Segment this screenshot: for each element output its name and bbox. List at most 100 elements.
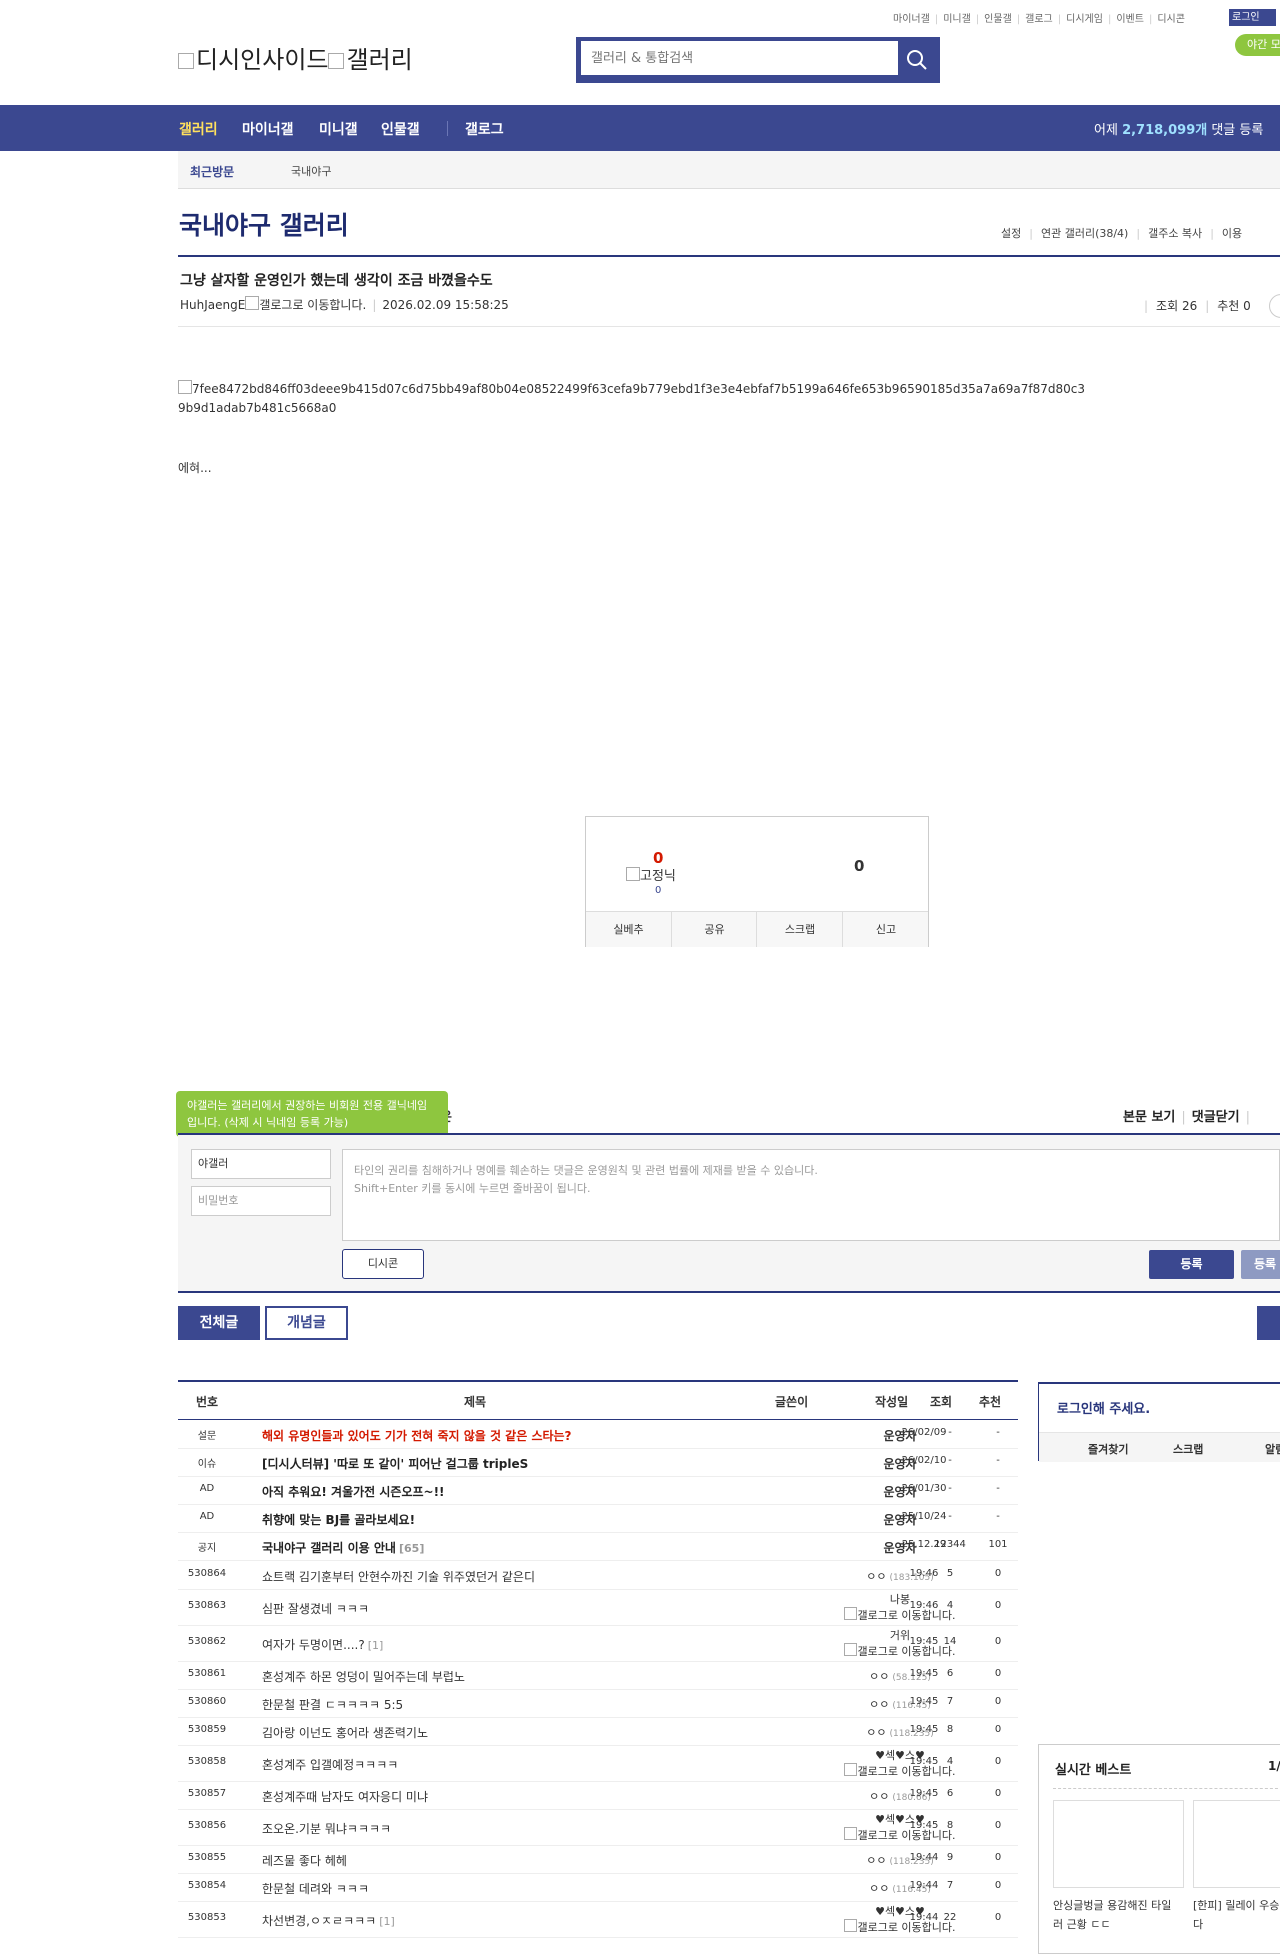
row-title[interactable]: 혼성계주 하몬 엉덩이 밀어주는데 부럽노 (262, 1668, 465, 1685)
tab-all-posts[interactable]: 전체글 (178, 1306, 260, 1340)
row-title-text[interactable]: 한문철 판결 ㄷㅋㅋㅋㅋ 5:5 (262, 1698, 403, 1712)
reply-count[interactable]: [65] (399, 1542, 424, 1555)
list-row[interactable]: 530861 혼성계주 하몬 엉덩이 밀어주는데 부럽노 ㅇㅇ (58.125) 19:… (178, 1661, 1018, 1690)
list-row[interactable]: 이슈 [디시人터뷰] '따로 또 같이' 피어난 걸그룹 tripleS 운영자 26… (178, 1448, 1018, 1477)
list-row[interactable]: 530860 한문철 판결 ㄷㅋㅋㅋㅋ 5:5 ㅇㅇ (116.45) 19:45 7 0 (178, 1689, 1018, 1718)
usage-link[interactable]: 이용 (1222, 227, 1242, 240)
top-link-game[interactable]: 디시게임 (1066, 14, 1103, 25)
row-title[interactable]: 레즈물 좋다 헤헤 (262, 1852, 347, 1869)
notification-link[interactable]: 알림 (1265, 1441, 1280, 1457)
scrap-button[interactable]: 스크랩 (756, 912, 843, 947)
row-title-text[interactable]: [디시人터뷰] '따로 또 같이' 피어난 걸그룹 tripleS (262, 1457, 528, 1471)
row-title-text[interactable]: 차선변경,ㅇㅈㄹㅋㅋㅋ (262, 1914, 376, 1928)
list-row[interactable]: 530864 쇼트랙 김기훈부터 안현수까진 기술 위주였던거 같은디 ㅇㅇ (183… (178, 1560, 1018, 1590)
row-title-text[interactable]: 여자가 두명이면....? (262, 1638, 365, 1652)
comment-submit-recommend-button[interactable]: 등록 (1241, 1250, 1280, 1279)
search-button[interactable] (898, 41, 936, 79)
row-title[interactable]: 취향에 맞는 BJ를 골라보세요! (262, 1511, 415, 1528)
row-title[interactable]: 해외 유명인들과 있어도 기가 전혀 죽지 않을 것 같은 스타는? (262, 1427, 572, 1444)
best-caption[interactable]: 안싱글벙글 용감해진 타일러 근황 ㄷㄷ (1053, 1896, 1181, 1934)
row-title[interactable]: 혼성계주 입갤예정ㅋㅋㅋㅋ (262, 1756, 398, 1773)
row-title-text[interactable]: 국내야구 갤러리 이용 안내 (262, 1541, 396, 1555)
gallery-title[interactable]: 국내야구 갤러리 (179, 206, 349, 242)
row-title[interactable]: 조오온.기분 뭐냐ㅋㅋㅋㅋ (262, 1820, 391, 1837)
scrap-link[interactable]: 스크랩 (1173, 1441, 1203, 1457)
best-caption[interactable]: [한피] 릴레이 우승 표입니다 (1193, 1896, 1280, 1934)
list-row[interactable]: 530858 혼성계주 입갤예정ㅋㅋㅋㅋ ♥섹♥스♥ 갤로그로 이동합니다. 19:45… (178, 1745, 1018, 1782)
list-row[interactable]: 530857 혼성계주때 남자도 여자응디 미냐 ㅇㅇ (180.66) 19:45 6 0 (178, 1781, 1018, 1810)
comment-submit-button[interactable]: 등록 (1149, 1250, 1234, 1279)
row-title-text[interactable]: 아직 추워요! 겨울가전 시즌오프~!! (262, 1485, 445, 1499)
fixed-nick-badge[interactable]: 고정닉 (626, 865, 676, 884)
dccon-button[interactable]: 디시콘 (342, 1249, 424, 1279)
top-link-person[interactable]: 인물갤 (984, 14, 1012, 25)
nav-gallog[interactable]: 갤로그 (465, 119, 504, 139)
search-input[interactable] (581, 41, 898, 75)
nav-mini[interactable]: 미니갤 (319, 119, 358, 139)
nickname-field[interactable]: 야갤러 (191, 1149, 331, 1179)
related-gallery-link[interactable]: 연관 갤러리(38/4) (1041, 227, 1128, 240)
row-title-text[interactable]: 혼성계주때 남자도 여자응디 미냐 (262, 1790, 428, 1804)
night-mode-toggle[interactable]: 야간 모 (1235, 34, 1280, 56)
list-row[interactable]: 530859 김아랑 이넌도 홍어라 생존력기노 ㅇㅇ (118.235) 19:45 8… (178, 1717, 1018, 1746)
list-row[interactable]: AD 취향에 맞는 BJ를 골라보세요! 운영자 25/10/24- - (178, 1504, 1018, 1533)
list-row[interactable]: AD 아직 추워요! 겨울가전 시즌오프~!! 운영자 26/01/30- - (178, 1476, 1018, 1505)
site-logo[interactable]: 디시인사이드 갤러리 (178, 40, 413, 75)
write-button[interactable] (1257, 1306, 1280, 1340)
top-link-mini[interactable]: 미니갤 (943, 14, 971, 25)
nav-gallery[interactable]: 갤러리 (179, 119, 218, 139)
row-title-text[interactable]: 조오온.기분 뭐냐ㅋㅋㅋㅋ (262, 1822, 391, 1836)
row-title-text[interactable]: 혼성계주 하몬 엉덩이 밀어주는데 부럽노 (262, 1670, 465, 1684)
row-title[interactable]: 한문철 판결 ㄷㅋㅋㅋㅋ 5:5 (262, 1696, 403, 1713)
top-link-dccon[interactable]: 디시콘 (1157, 14, 1185, 25)
row-title[interactable]: 한문철 데려와 ㅋㅋㅋ (262, 1880, 369, 1897)
row-title-text[interactable]: 해외 유명인들과 있어도 기가 전혀 죽지 않을 것 같은 스타는? (262, 1429, 572, 1443)
tab-concept-posts[interactable]: 개념글 (265, 1306, 348, 1340)
list-row[interactable]: 530853 차선변경,ㅇㅈㄹㅋㅋㅋ [1] ♥섹♥스♥ 갤로그로 이동합니다. 19:4… (178, 1901, 1018, 1938)
gallery-settings-link[interactable]: 설정 (1001, 227, 1021, 240)
list-row[interactable]: 530855 레즈물 좋다 헤헤 ㅇㅇ (118.235) 19:44 9 0 (178, 1845, 1018, 1874)
reply-count[interactable]: [1] (379, 1915, 395, 1928)
best-thumbnail[interactable] (1053, 1800, 1184, 1888)
share-button[interactable]: 공유 (671, 912, 757, 947)
row-title[interactable]: 심판 잘생겼네 ㅋㅋㅋ (262, 1600, 369, 1617)
real-best-button[interactable]: 실베추 (586, 912, 671, 947)
list-row[interactable]: 530854 한문철 데려와 ㅋㅋㅋ ㅇㅇ (116.45) 19:44 7 0 (178, 1873, 1018, 1902)
row-title-text[interactable]: 심판 잘생겼네 ㅋㅋㅋ (262, 1602, 369, 1616)
list-row[interactable]: 설문 해외 유명인들과 있어도 기가 전혀 죽지 않을 것 같은 스타는? 운영자 2… (178, 1420, 1018, 1449)
report-button[interactable]: 신고 (842, 912, 929, 947)
list-row[interactable]: 530863 심판 잘생겼네 ㅋㅋㅋ 나봉 갤로그로 이동합니다. 19:46 4 0 (178, 1589, 1018, 1626)
reply-count[interactable]: [1] (368, 1639, 384, 1652)
row-title[interactable]: 차선변경,ㅇㅈㄹㅋㅋㅋ [1] (262, 1912, 395, 1929)
favorites-link[interactable]: 즐겨찾기 (1088, 1441, 1128, 1457)
row-title[interactable]: [디시人터뷰] '따로 또 같이' 피어난 걸그룹 tripleS (262, 1455, 528, 1472)
row-title[interactable]: 국내야구 갤러리 이용 안내 [65] (262, 1539, 424, 1556)
row-title-text[interactable]: 쇼트랙 김기훈부터 안현수까진 기술 위주였던거 같은디 (262, 1570, 535, 1584)
row-title[interactable]: 아직 추워요! 겨울가전 시즌오프~!! (262, 1483, 445, 1500)
row-title-text[interactable]: 김아랑 이넌도 홍어라 생존력기노 (262, 1726, 428, 1740)
nav-minor[interactable]: 마이너갤 (242, 119, 294, 139)
comment-textarea[interactable]: 타인의 권리를 침해하거나 명예를 훼손하는 댓글은 운영원칙 및 관련 법률에… (342, 1149, 1280, 1241)
view-post-link[interactable]: 본문 보기 (1123, 1110, 1175, 1125)
row-title[interactable]: 여자가 두명이면....? [1] (262, 1636, 383, 1653)
list-row[interactable]: 공지 국내야구 갤러리 이용 안내 [65] 운영자 25.12.29 12344 101 (178, 1532, 1018, 1561)
login-prompt[interactable]: 로그인해 주세요. (1057, 1398, 1150, 1417)
close-comments-link[interactable]: 댓글닫기 (1192, 1110, 1240, 1125)
post-writer[interactable]: HuhJaengE (180, 298, 245, 312)
row-title-text[interactable]: 취향에 맞는 BJ를 골라보세요! (262, 1513, 415, 1527)
gallog-alt-text[interactable]: 갤로그로 이동합니다. (259, 298, 366, 312)
row-title[interactable]: 김아랑 이넌도 홍어라 생존력기노 (262, 1724, 428, 1741)
top-link-gallog[interactable]: 갤로그 (1025, 14, 1053, 25)
login-button[interactable]: 로그인 (1229, 9, 1276, 26)
row-title[interactable]: 쇼트랙 김기훈부터 안현수까진 기술 위주였던거 같은디 (262, 1568, 535, 1585)
row-title[interactable]: 혼성계주때 남자도 여자응디 미냐 (262, 1788, 428, 1805)
password-field[interactable]: 비밀번호 (191, 1186, 331, 1216)
top-link-minor[interactable]: 마이너갤 (893, 14, 930, 25)
row-title-text[interactable]: 혼성계주 입갤예정ㅋㅋㅋㅋ (262, 1758, 398, 1772)
top-link-event[interactable]: 이벤트 (1116, 14, 1144, 25)
best-thumbnail[interactable] (1193, 1800, 1280, 1888)
row-title-text[interactable]: 한문철 데려와 ㅋㅋㅋ (262, 1882, 369, 1896)
list-row[interactable]: 530856 조오온.기분 뭐냐ㅋㅋㅋㅋ ♥섹♥스♥ 갤로그로 이동합니다. 19:45… (178, 1809, 1018, 1846)
row-title-text[interactable]: 레즈물 좋다 헤헤 (262, 1854, 347, 1868)
more-options-button[interactable] (1269, 294, 1280, 318)
